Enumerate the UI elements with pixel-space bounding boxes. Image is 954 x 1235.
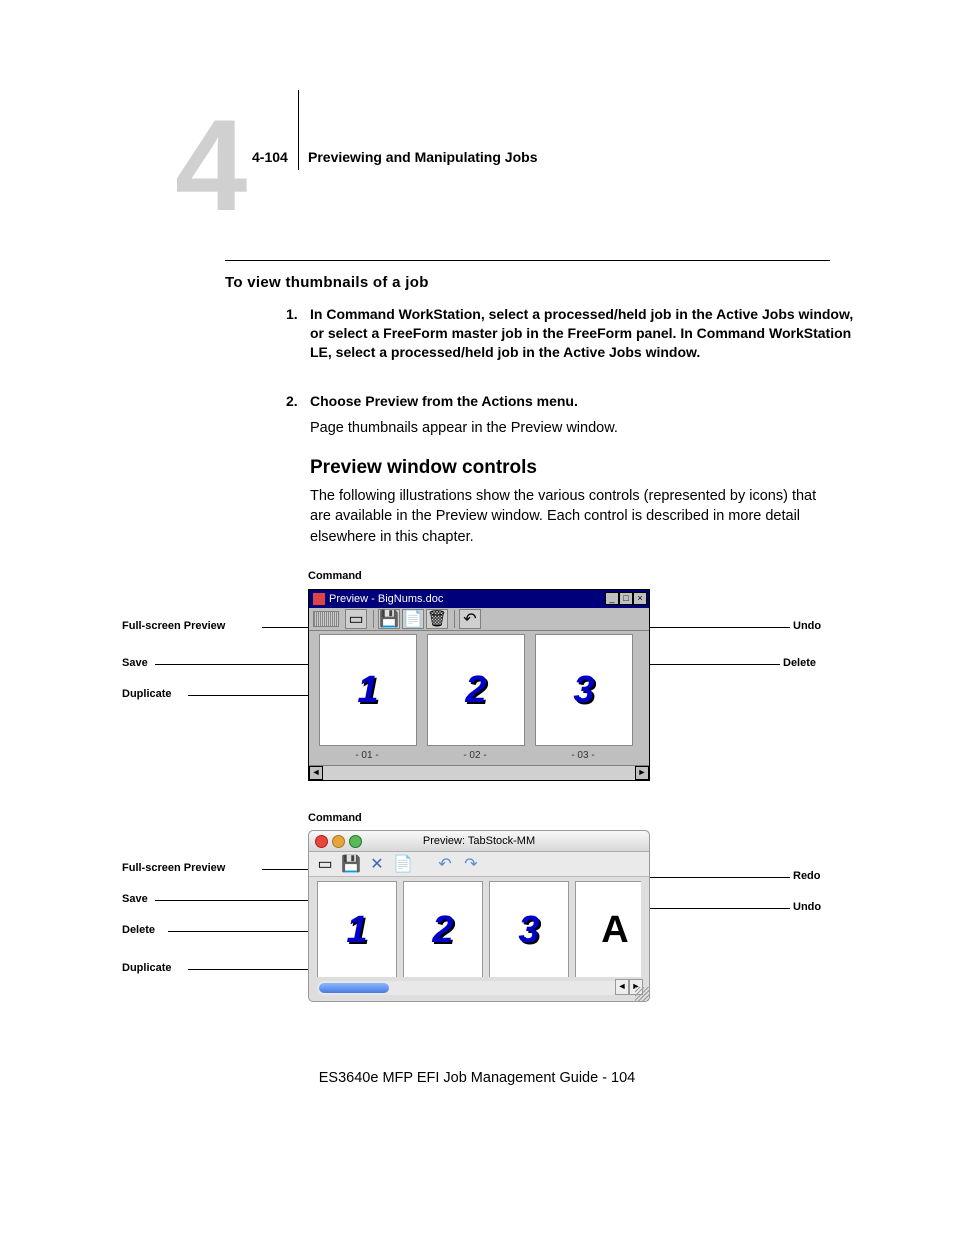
- preview-window-win: Preview - BigNums.doc _ □ × ▭ 💾 📄 🗑 ↶ 1 …: [308, 589, 650, 781]
- scroll-left-button[interactable]: ◄: [309, 766, 323, 780]
- resize-grip[interactable]: [635, 987, 649, 1001]
- window-titlebar: Preview: TabStock-MM: [309, 831, 649, 852]
- duplicate-button[interactable]: 📄: [393, 855, 413, 873]
- fullscreen-preview-button[interactable]: ▭: [345, 609, 367, 629]
- label-undo-1: Undo: [793, 620, 821, 632]
- thumb-content: 2: [432, 909, 453, 952]
- figure2-caption: Command: [308, 812, 362, 824]
- subsection-heading: Preview window controls: [310, 457, 537, 479]
- chapter-number: 4: [175, 100, 247, 230]
- scroll-thumb[interactable]: [319, 983, 389, 993]
- minimize-button[interactable]: [332, 835, 345, 848]
- subsection-paragraph: The following illustrations show the var…: [310, 486, 830, 547]
- header-page-code: 4-104: [252, 149, 288, 165]
- step-1: 1. In Command WorkStation, select a proc…: [310, 305, 855, 362]
- duplicate-button[interactable]: 📄: [402, 609, 424, 629]
- thumb-content: 3: [573, 669, 594, 712]
- step-1-number: 1.: [286, 305, 298, 324]
- step-2-text: Choose Preview from the Actions menu.: [310, 393, 578, 409]
- label-save-1: Save: [122, 657, 148, 669]
- thumb-content: 1: [357, 669, 378, 712]
- toolbar-grip: [313, 611, 339, 627]
- label-undo-2: Undo: [793, 901, 821, 913]
- scroll-track[interactable]: [323, 766, 635, 780]
- maximize-button[interactable]: □: [619, 592, 633, 605]
- separator: [454, 610, 455, 628]
- undo-button[interactable]: ↶: [435, 855, 455, 873]
- thumbnail-1[interactable]: 1 - 01 -: [319, 634, 415, 764]
- thumbnail-1[interactable]: 1: [317, 881, 395, 977]
- horizontal-rule: [225, 260, 830, 261]
- window-title: Preview - BigNums.doc: [329, 593, 443, 605]
- label-delete-1: Delete: [783, 657, 816, 669]
- thumbnail-3[interactable]: 3 - 03 -: [535, 634, 631, 764]
- save-button[interactable]: 💾: [378, 609, 400, 629]
- toolbar: ▭ 💾 ✕ 📄 ↶ ↷: [309, 852, 649, 877]
- step-2-after: Page thumbnails appear in the Preview wi…: [310, 418, 830, 438]
- window-title: Preview: TabStock-MM: [423, 835, 535, 847]
- minimize-button[interactable]: _: [605, 592, 619, 605]
- header-divider: [298, 90, 299, 170]
- window-titlebar: Preview - BigNums.doc _ □ ×: [309, 590, 649, 608]
- thumb-content: A: [601, 909, 628, 952]
- thumb-content: 2: [465, 669, 486, 712]
- page-footer: ES3640e MFP EFI Job Management Guide - 1…: [0, 1070, 954, 1086]
- delete-button[interactable]: 🗑: [426, 609, 448, 629]
- step-2-number: 2.: [286, 392, 298, 411]
- thumbnail-3[interactable]: 3: [489, 881, 567, 977]
- thumb-content: 1: [346, 909, 367, 952]
- preview-window-mac: Preview: TabStock-MM ▭ 💾 ✕ 📄 ↶ ↷ 1 2 3 A…: [308, 830, 650, 1002]
- scroll-right-button[interactable]: ►: [635, 766, 649, 780]
- label-fullscreen-preview-1: Full-screen Preview: [122, 620, 225, 632]
- step-1-text: In Command WorkStation, select a process…: [310, 306, 853, 360]
- horizontal-scrollbar[interactable]: [317, 981, 619, 995]
- redo-button[interactable]: ↷: [461, 855, 481, 873]
- thumbnail-area: 1 2 3 A: [317, 881, 641, 977]
- thumb-content: 3: [518, 909, 539, 952]
- zoom-button[interactable]: [349, 835, 362, 848]
- thumbnail-2[interactable]: 2 - 02 -: [427, 634, 523, 764]
- header-title: Previewing and Manipulating Jobs: [308, 149, 537, 165]
- label-duplicate-1: Duplicate: [122, 688, 172, 700]
- thumbnail-area: 1 - 01 - 2 - 02 - 3 - 03 -: [319, 634, 639, 764]
- scroll-left-button[interactable]: ◄: [615, 979, 629, 995]
- figure1-caption: Command: [308, 570, 362, 582]
- thumb-caption: - 01 -: [319, 750, 415, 761]
- label-save-2: Save: [122, 893, 148, 905]
- label-fullscreen-preview-2: Full-screen Preview: [122, 862, 225, 874]
- fullscreen-preview-button[interactable]: ▭: [315, 855, 335, 873]
- thumb-caption: - 02 -: [427, 750, 523, 761]
- label-delete-2: Delete: [122, 924, 155, 936]
- step-2: 2. Choose Preview from the Actions menu.: [310, 392, 855, 411]
- close-button[interactable]: [315, 835, 328, 848]
- thumbnail-2[interactable]: 2: [403, 881, 481, 977]
- label-duplicate-2: Duplicate: [122, 962, 172, 974]
- toolbar: ▭ 💾 📄 🗑 ↶: [309, 608, 649, 631]
- thumbnail-4[interactable]: A: [575, 881, 641, 977]
- horizontal-scrollbar[interactable]: ◄ ►: [309, 765, 649, 780]
- close-button[interactable]: ×: [633, 592, 647, 605]
- label-redo-2: Redo: [793, 870, 821, 882]
- section-heading: To view thumbnails of a job: [225, 274, 429, 291]
- delete-button[interactable]: ✕: [367, 855, 387, 873]
- save-button[interactable]: 💾: [341, 855, 361, 873]
- undo-button[interactable]: ↶: [459, 609, 481, 629]
- separator: [373, 610, 374, 628]
- thumb-caption: - 03 -: [535, 750, 631, 761]
- app-icon: [313, 593, 325, 605]
